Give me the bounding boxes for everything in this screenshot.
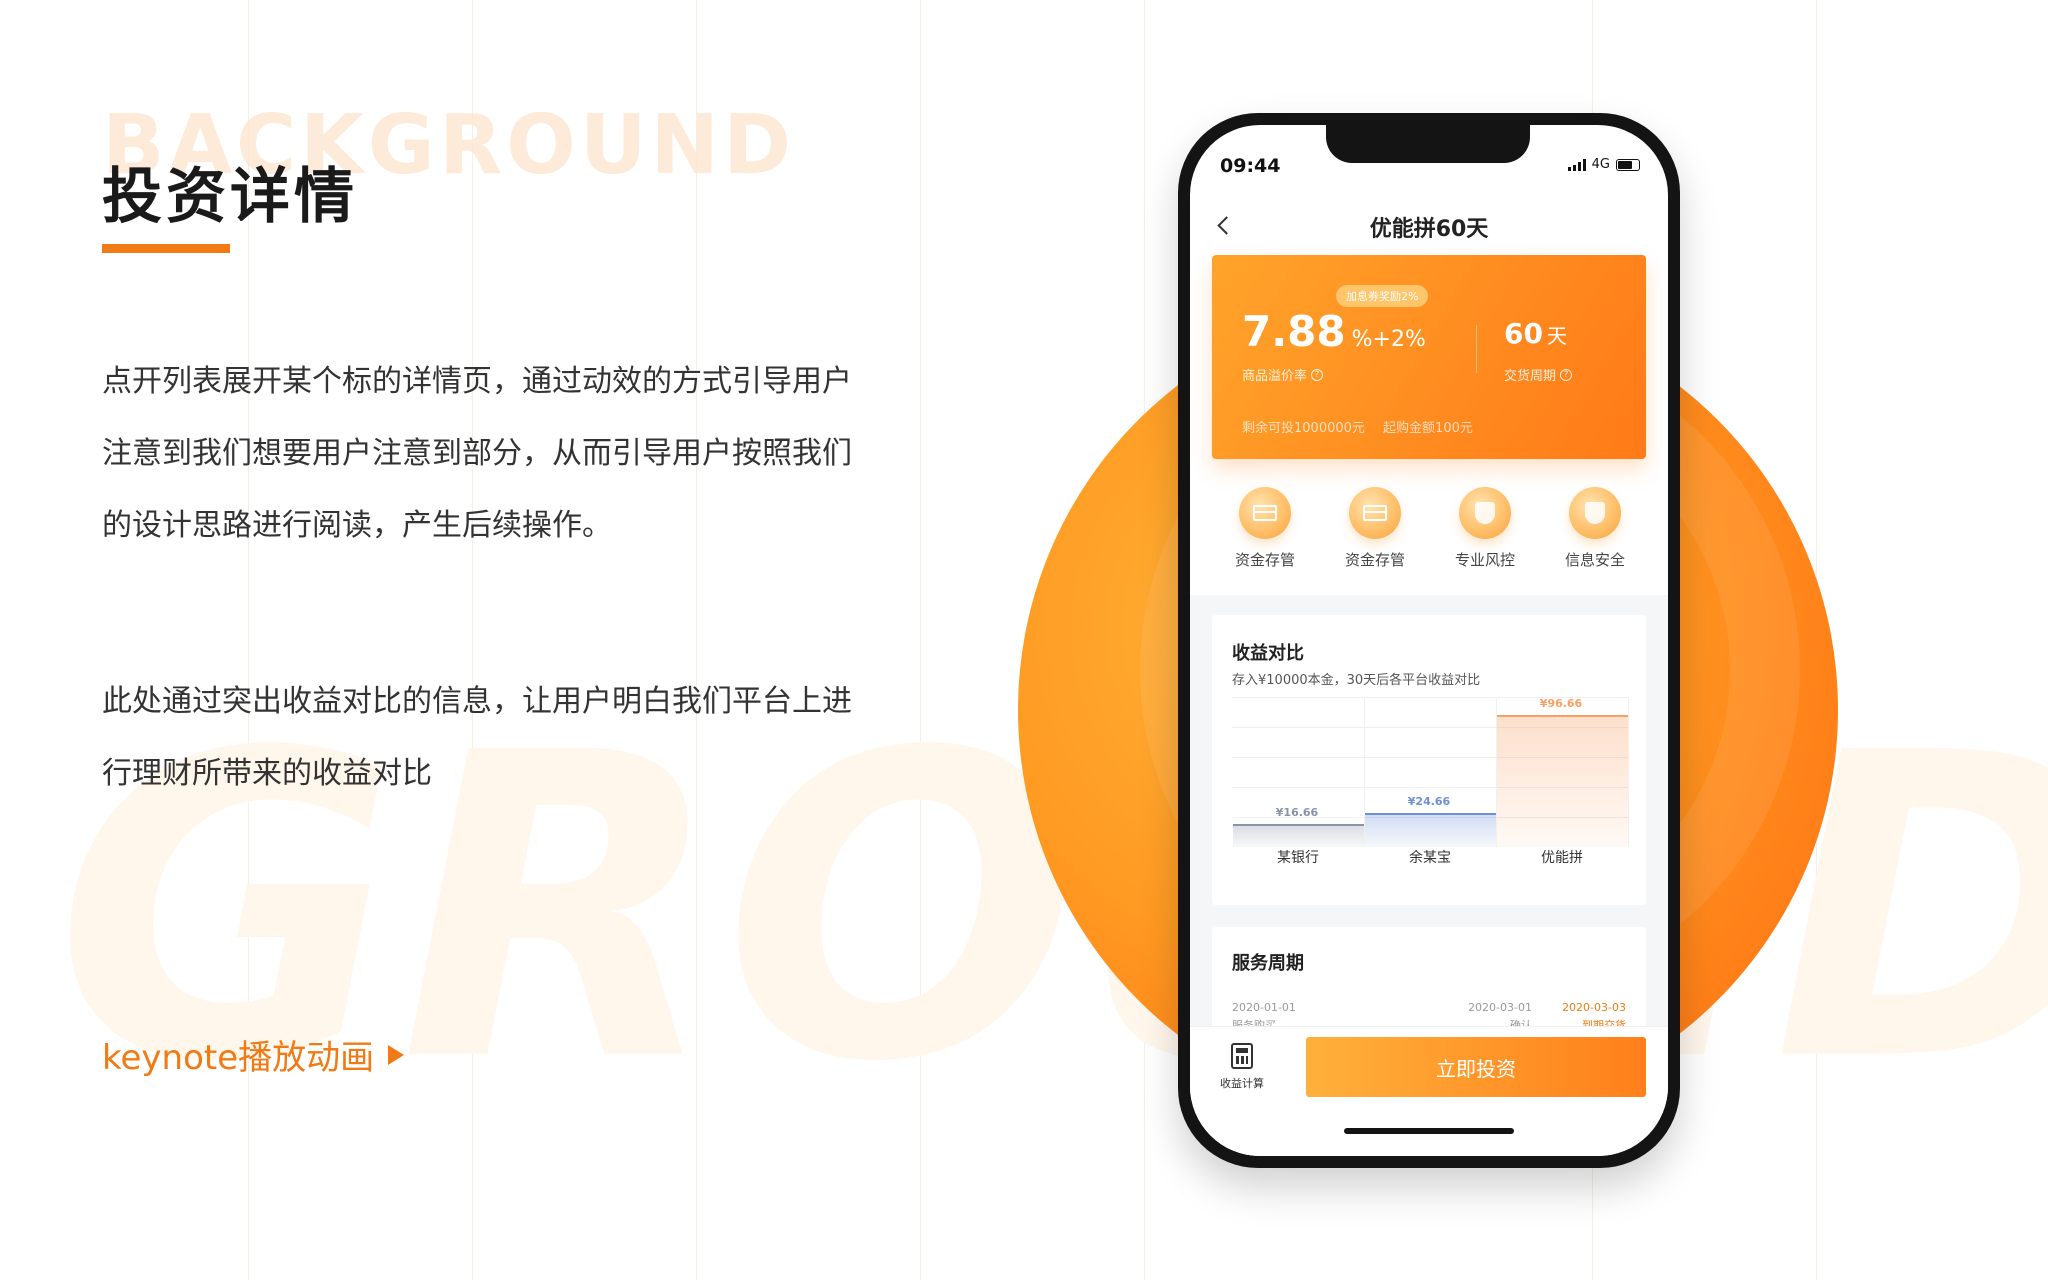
earnings-compare-card: 收益对比 存入¥10000本金，30天后各平台收益对比 ¥16.66 ¥24.66… <box>1212 615 1646 905</box>
compare-title: 收益对比 <box>1232 643 1304 664</box>
chart-value-label: ¥96.66 <box>1539 697 1583 711</box>
bottom-action-bar: 收益计算 立即投资 <box>1190 1026 1668 1156</box>
chart-value-label: ¥16.66 <box>1275 806 1319 820</box>
card-icon <box>1239 487 1291 539</box>
title-underline <box>102 244 230 253</box>
keynote-play-link[interactable]: keynote播放动画 <box>102 1030 405 1079</box>
calc-button[interactable]: 收益计算 <box>1220 1043 1264 1091</box>
signal-icon <box>1567 158 1586 171</box>
feature-label: 信息安全 <box>1564 551 1625 569</box>
remaining-amount: 剩余可投1000000元 <box>1242 421 1365 436</box>
days-number: 60 <box>1504 317 1543 350</box>
nav-title: 优能拼60天 <box>1369 217 1489 242</box>
feature-item[interactable]: 专业风控 <box>1435 487 1535 570</box>
service-title: 服务周期 <box>1232 953 1304 974</box>
category-label: 余某宝 <box>1409 850 1451 866</box>
calculator-icon <box>1231 1043 1253 1069</box>
description-paragraph-2: 此处通过突出收益对比的信息，让用户明白我们平台上进 行理财所带来的收益对比 <box>102 666 922 810</box>
phone-screen: 09:44 4G 优能拼60天 加息券奖励2% 7.88 %+2% 商品溢价率 … <box>1190 125 1668 1156</box>
paragraph-line: 此处通过突出收益对比的信息，让用户明白我们平台上进 <box>102 684 852 719</box>
chart-vgridline <box>1628 697 1629 847</box>
chart-value-label: ¥24.66 <box>1407 795 1451 809</box>
rate-label: 商品溢价率 ? <box>1242 365 1324 384</box>
start-date: 2020-01-01 <box>1232 1001 1296 1014</box>
feature-row: 资金存管 资金存管 专业风控 信息安全 <box>1210 487 1650 570</box>
shield-icon <box>1569 487 1621 539</box>
invest-now-button[interactable]: 立即投资 <box>1306 1037 1646 1097</box>
feature-item[interactable]: 资金存管 <box>1215 487 1315 570</box>
chart-bar <box>1497 715 1628 847</box>
days-value: 60 天 <box>1504 317 1567 350</box>
hero-footer: 剩余可投1000000元 起购金额100元 <box>1242 417 1487 436</box>
days-label-text: 交货周期 <box>1504 369 1557 384</box>
feature-label: 资金存管 <box>1344 551 1405 569</box>
nav-bar: 优能拼60天 <box>1190 205 1668 249</box>
min-amount: 起购金额100元 <box>1383 421 1473 436</box>
rate-label-text: 商品溢价率 <box>1242 369 1308 384</box>
compare-subtitle: 存入¥10000本金，30天后各平台收益对比 <box>1232 673 1481 688</box>
paragraph-line: 行理财所带来的收益对比 <box>102 756 432 791</box>
chart-bar <box>1365 813 1496 847</box>
battery-icon <box>1616 158 1640 171</box>
status-time: 09:44 <box>1220 155 1281 177</box>
home-indicator <box>1344 1128 1514 1134</box>
category-label: 优能拼 <box>1541 850 1583 866</box>
description-paragraph-1: 点开列表展开某个标的详情页，通过动效的方式引导用户 注意到我们想要用户注意到部分… <box>102 346 922 562</box>
paragraph-line: 的设计思路进行阅读，产生后续操作。 <box>102 508 612 543</box>
calc-label: 收益计算 <box>1220 1077 1264 1090</box>
bonus-tag: 加息券奖励2% <box>1336 285 1429 307</box>
rate-suffix: %+2% <box>1351 327 1426 352</box>
deliver-date: 2020-03-03 <box>1562 1001 1626 1014</box>
confirm-date: 2020-03-01 <box>1468 1001 1532 1014</box>
paragraph-line: 点开列表展开某个标的详情页，通过动效的方式引导用户 <box>102 364 852 399</box>
days-unit: 天 <box>1546 324 1567 348</box>
phone-notch <box>1326 125 1530 163</box>
page-title: 投资详情 <box>102 162 358 232</box>
feature-item[interactable]: 信息安全 <box>1545 487 1645 570</box>
chart-bar <box>1233 824 1364 847</box>
help-icon[interactable]: ? <box>1560 368 1573 381</box>
days-label: 交货周期 ? <box>1504 365 1573 384</box>
badge-icon <box>1459 487 1511 539</box>
paragraph-line: 注意到我们想要用户注意到部分，从而引导用户按照我们 <box>102 436 852 471</box>
network-label: 4G <box>1591 157 1610 172</box>
feature-label: 专业风控 <box>1454 551 1515 569</box>
chart-bar-topline <box>1365 813 1496 816</box>
help-icon[interactable]: ? <box>1311 368 1324 381</box>
rate-number: 7.88 <box>1242 307 1346 356</box>
feature-item[interactable]: 资金存管 <box>1325 487 1425 570</box>
back-chevron-icon[interactable] <box>1217 216 1236 235</box>
rate-value: 7.88 %+2% <box>1242 307 1426 356</box>
play-triangle-icon <box>388 1044 405 1065</box>
phone-mockup: 09:44 4G 优能拼60天 加息券奖励2% 7.88 %+2% 商品溢价率 … <box>1178 113 1680 1168</box>
status-indicators: 4G <box>1567 157 1640 172</box>
hero-divider <box>1476 325 1477 373</box>
category-label: 某银行 <box>1277 850 1319 866</box>
chart-bar-topline <box>1497 715 1628 718</box>
card-icon <box>1349 487 1401 539</box>
chart-bar-topline <box>1233 824 1364 827</box>
compare-bar-chart: ¥16.66 ¥24.66 ¥96.66 <box>1232 697 1629 847</box>
keynote-link-label: keynote播放动画 <box>102 1038 375 1078</box>
feature-label: 资金存管 <box>1234 551 1295 569</box>
product-hero-card: 加息券奖励2% 7.88 %+2% 商品溢价率 ? 60 天 交货周期 ? 剩余… <box>1212 255 1646 459</box>
